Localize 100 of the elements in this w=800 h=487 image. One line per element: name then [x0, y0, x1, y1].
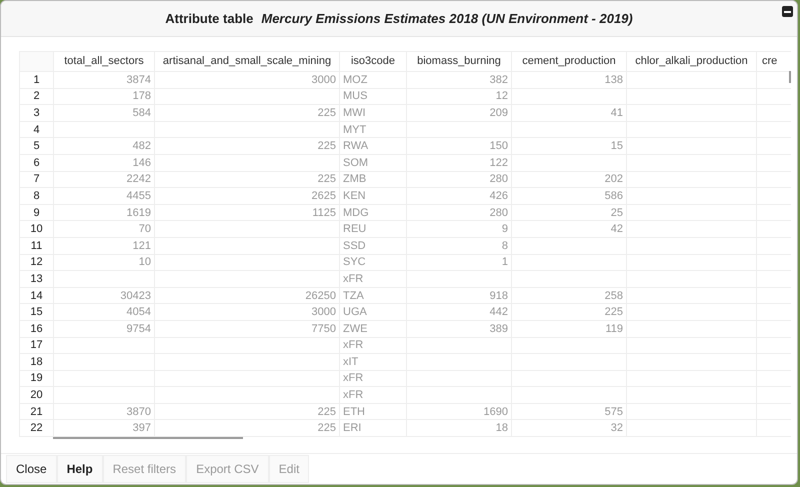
table-cell: 70 — [138, 223, 151, 236]
table-cell: 3874 — [126, 74, 151, 86]
table-cell: 225 — [604, 306, 623, 318]
table-cell: 41 — [610, 106, 623, 119]
table-cell: 1 — [502, 256, 508, 268]
row-number: 14 — [20, 287, 54, 304]
column-header[interactable]: cement_production — [512, 52, 626, 72]
row-number: 9 — [20, 204, 54, 221]
row-number: 16 — [20, 320, 54, 337]
row-number: 12 — [20, 254, 54, 271]
table-cell: xFR — [343, 272, 364, 285]
table-cell: 9 — [502, 223, 508, 236]
table-cell: 586 — [604, 190, 623, 202]
table-cell: MWI — [343, 106, 366, 119]
table-cell: REU — [343, 223, 366, 236]
table-cell: 9754 — [126, 322, 151, 335]
table-cell: SSD — [343, 240, 366, 252]
table-cell: 4054 — [126, 306, 151, 318]
table-cell: 225 — [318, 173, 336, 186]
table-cell: ERI — [343, 422, 362, 434]
table-cell: 2242 — [126, 173, 151, 186]
layer-name: Mercury Emissions Estimates 2018 (UN Environment - 2019) — [261, 10, 633, 28]
table-cell: 258 — [604, 290, 623, 302]
table-cell: 584 — [132, 106, 151, 119]
table-cell: 397 — [132, 422, 151, 434]
window-title: Attribute table — [165, 10, 254, 28]
row-number: 18 — [20, 354, 54, 370]
table-cell: 121 — [132, 240, 151, 252]
table-cell: 138 — [604, 74, 623, 86]
table-cell: 918 — [490, 290, 508, 302]
row-number: 20 — [20, 386, 54, 404]
table-cell: 2625 — [312, 190, 336, 202]
table-cell: xFR — [343, 372, 364, 384]
table-cell: ETH — [343, 406, 365, 418]
table-cell: 18 — [496, 422, 508, 434]
table-cell: 12 — [496, 90, 508, 102]
table-cell: MUS — [343, 90, 368, 102]
table-cell: 178 — [132, 90, 151, 102]
table-cell: 426 — [490, 190, 508, 202]
row-number: 4 — [20, 121, 54, 138]
table-cell: SYC — [343, 256, 366, 268]
table-cell: 3870 — [126, 406, 151, 418]
table-cell: 482 — [132, 140, 151, 152]
footer-button[interactable]: Close — [6, 455, 57, 483]
table-cell: 280 — [490, 173, 508, 186]
column-header[interactable]: cre — [756, 52, 791, 72]
row-number: 22 — [20, 420, 54, 437]
table-cell: 146 — [132, 156, 151, 169]
table-cell: 150 — [490, 140, 508, 152]
minimize-button[interactable] — [782, 6, 793, 17]
table-cell: ZMB — [343, 173, 366, 186]
table-cell: MDG — [343, 206, 369, 219]
table-cell: 225 — [318, 406, 336, 418]
horizontal-scrollbar[interactable] — [53, 437, 243, 439]
table-cell: ZWE — [343, 322, 368, 335]
column-header[interactable]: chlor_alkali_production — [626, 52, 756, 72]
table-cell: 382 — [490, 74, 508, 86]
row-number: 17 — [20, 337, 54, 354]
table-cell: 1690 — [484, 406, 508, 418]
table-cell: 25 — [610, 206, 623, 219]
row-number: 6 — [20, 154, 54, 172]
table-cell: 7750 — [312, 322, 336, 335]
table-cell: 32 — [610, 422, 623, 434]
table-cell: MYT — [343, 124, 366, 136]
vertical-scrollbar[interactable] — [789, 71, 791, 83]
table-cell: 225 — [318, 140, 336, 152]
row-number: 3 — [20, 104, 54, 122]
table-cell: 225 — [318, 422, 336, 434]
column-header[interactable]: artisanal_and_small_scale_mining — [154, 52, 340, 72]
table-cell: 122 — [490, 156, 508, 169]
footer-button[interactable]: Help — [56, 455, 103, 483]
row-number: 10 — [20, 220, 54, 238]
table-cell: 225 — [318, 106, 336, 119]
table-cell: TZA — [343, 290, 364, 302]
row-number: 11 — [20, 237, 54, 254]
table-cell: 389 — [490, 322, 508, 335]
table-cell: xFR — [343, 339, 364, 352]
table-cell: SOM — [343, 156, 368, 169]
row-number: 5 — [20, 138, 54, 154]
table-cell: RWA — [343, 140, 368, 152]
column-header[interactable]: iso3code — [340, 52, 406, 72]
table-cell: 202 — [604, 173, 623, 186]
table-cell: MOZ — [343, 74, 368, 86]
column-header[interactable]: total_all_sectors — [54, 52, 154, 72]
table-cell: 26250 — [305, 290, 336, 302]
table-cell: 8 — [502, 240, 508, 252]
row-number: 7 — [20, 171, 54, 188]
table-cell: 15 — [610, 140, 623, 152]
table-cell: 42 — [610, 223, 623, 236]
row-number: 13 — [20, 270, 54, 288]
row-number: 21 — [20, 403, 54, 420]
column-header[interactable]: biomass_burning — [406, 52, 512, 72]
table-cell: 575 — [604, 406, 623, 418]
table-cell: 4455 — [126, 190, 151, 202]
row-number: 2 — [20, 88, 54, 105]
table-cell: 119 — [605, 322, 623, 335]
table-cell: 280 — [490, 206, 508, 219]
table-cell: 3000 — [312, 306, 336, 318]
table-cell: 209 — [490, 106, 508, 119]
table-cell: 30423 — [120, 290, 151, 302]
